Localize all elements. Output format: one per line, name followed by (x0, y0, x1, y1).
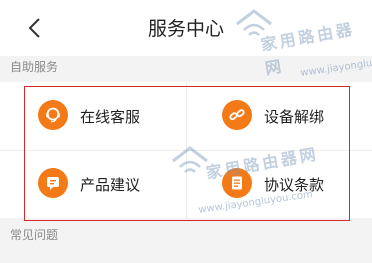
service-device-unbind[interactable]: 设备解绑 (186, 82, 372, 150)
customer-service-icon (38, 100, 68, 130)
service-label: 在线客服 (80, 108, 141, 126)
service-label: 设备解绑 (264, 108, 325, 126)
service-product-suggestion[interactable]: 产品建议 (0, 150, 186, 218)
section-label-self-service: 自助服务 (10, 60, 59, 74)
unlink-icon (222, 100, 252, 130)
service-label: 产品建议 (80, 176, 141, 194)
service-online-support[interactable]: 在线客服 (0, 82, 186, 150)
section-label-faq: 常见问题 (10, 228, 59, 242)
feedback-icon (38, 168, 68, 198)
